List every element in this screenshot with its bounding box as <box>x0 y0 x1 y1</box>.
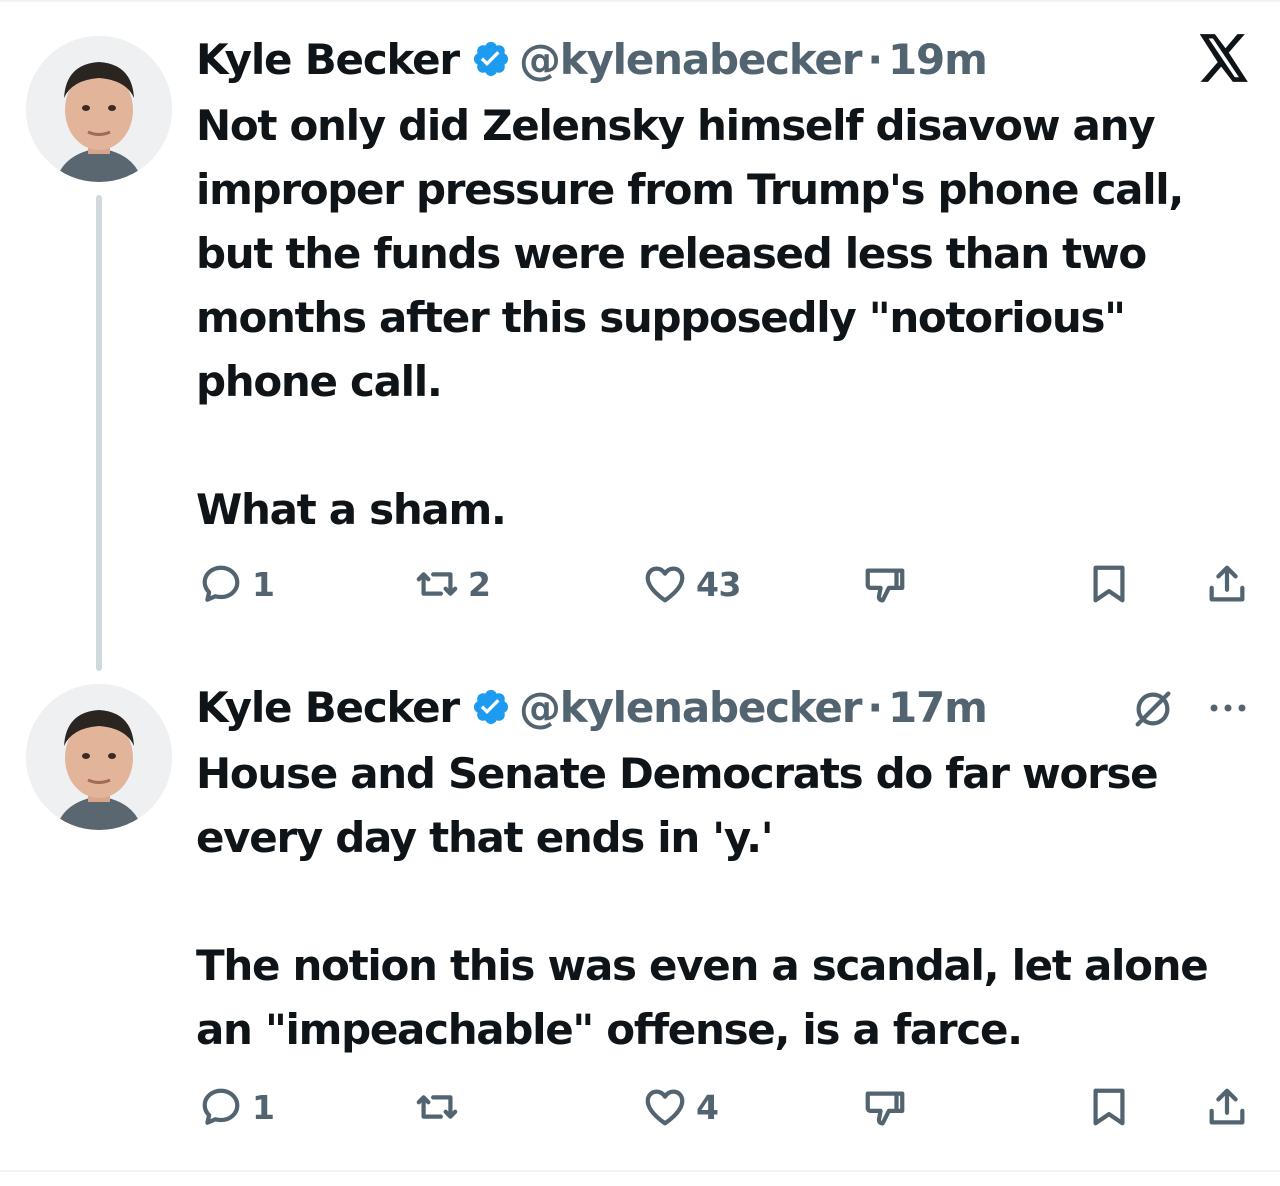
like-button[interactable]: 4 <box>642 1084 719 1130</box>
retweet-button[interactable] <box>414 1084 468 1130</box>
separator-dot: · <box>867 682 883 732</box>
separator-dot: · <box>867 34 883 84</box>
grok-icon[interactable] <box>1130 686 1176 732</box>
tweet-header: Kyle Becker @kylenabecker · 17m <box>196 682 988 732</box>
verified-badge-icon <box>471 687 511 727</box>
share-icon <box>1209 565 1245 602</box>
reply-icon <box>202 565 240 602</box>
reply-button[interactable]: 1 <box>198 1084 275 1130</box>
bookmark-icon <box>1093 565 1125 603</box>
tweet-timestamp[interactable]: 19m <box>888 35 988 84</box>
downvote-icon <box>865 568 905 603</box>
author-name[interactable]: Kyle Becker <box>196 35 460 84</box>
like-count: 4 <box>696 1087 719 1127</box>
share-icon <box>1209 1088 1245 1125</box>
tweet-text: House and Senate Democrats do far worse … <box>196 749 1209 1054</box>
reply-count: 1 <box>252 1087 275 1127</box>
verified-badge-icon <box>471 39 511 79</box>
like-count: 43 <box>696 564 741 604</box>
reply-button[interactable]: 1 <box>198 561 275 607</box>
x-logo-icon[interactable] <box>1198 34 1250 82</box>
like-icon <box>645 1089 685 1126</box>
tweet-timestamp[interactable]: 17m <box>888 683 988 732</box>
retweet-count: 2 <box>468 564 491 604</box>
downvote-icon <box>865 1091 905 1126</box>
reply-count: 1 <box>252 564 275 604</box>
like-icon <box>645 566 685 603</box>
thread-connector-line <box>96 195 102 671</box>
avatar[interactable] <box>26 684 172 830</box>
like-button[interactable]: 43 <box>642 561 741 607</box>
more-icon[interactable] <box>1206 698 1250 718</box>
share-button[interactable] <box>1204 561 1250 607</box>
author-handle[interactable]: @kylenabecker <box>519 683 862 732</box>
bookmark-button[interactable] <box>1086 561 1132 607</box>
retweet-icon <box>416 572 458 596</box>
author-handle[interactable]: @kylenabecker <box>519 35 862 84</box>
avatar[interactable] <box>26 36 172 182</box>
reply-icon <box>202 1088 240 1125</box>
bottom-divider <box>0 1170 1280 1172</box>
tweet-text: Not only did Zelensky himself disavow an… <box>196 101 1184 534</box>
bookmark-icon <box>1093 1088 1125 1126</box>
author-name[interactable]: Kyle Becker <box>196 683 460 732</box>
bookmark-button[interactable] <box>1086 1084 1132 1130</box>
retweet-button[interactable]: 2 <box>414 561 491 607</box>
downvote-button[interactable] <box>862 1086 908 1132</box>
share-button[interactable] <box>1204 1084 1250 1130</box>
top-divider <box>0 0 1280 2</box>
tweet-header: Kyle Becker @kylenabecker · 19m <box>196 34 988 84</box>
downvote-button[interactable] <box>862 563 908 609</box>
retweet-icon <box>416 1095 458 1119</box>
